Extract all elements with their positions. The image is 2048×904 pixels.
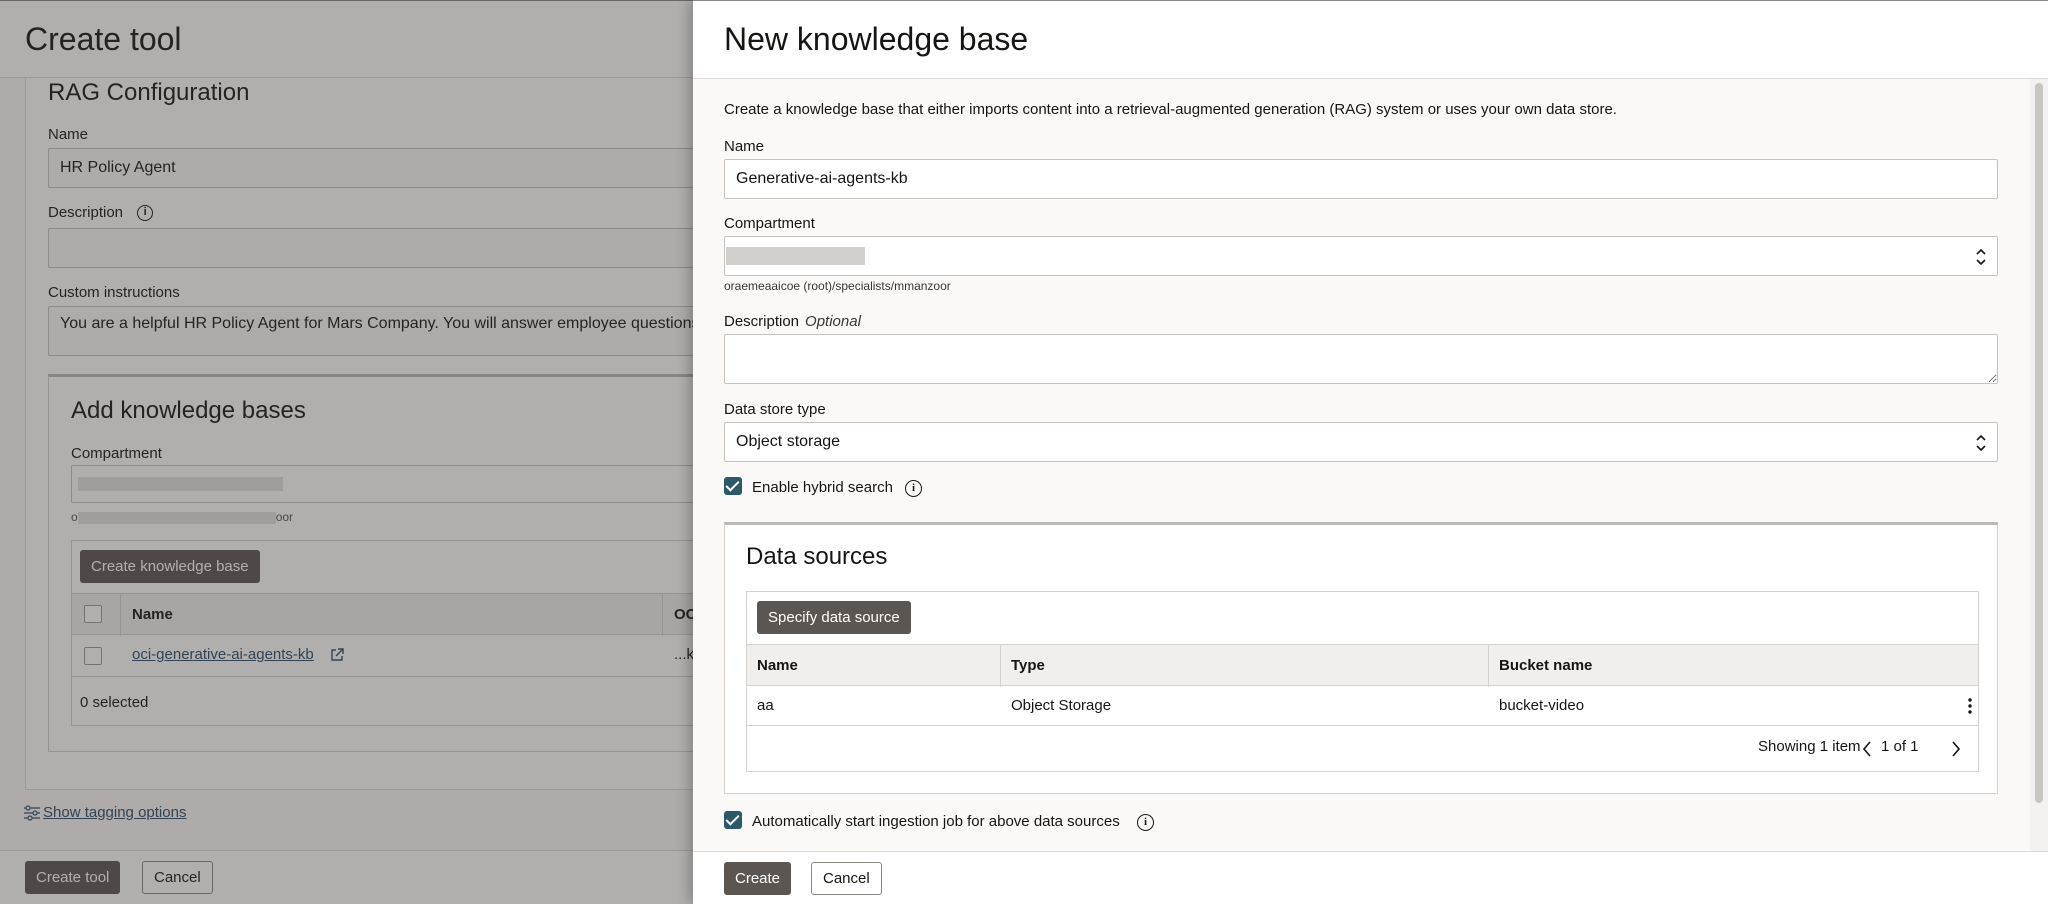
drawer-header: New knowledge base bbox=[693, 1, 2048, 79]
drawer-intro: Create a knowledge base that either impo… bbox=[724, 101, 1617, 118]
new-knowledge-base-drawer: New knowledge base Create a knowledge ba… bbox=[693, 0, 2048, 904]
row-actions-icon[interactable] bbox=[1968, 697, 1972, 715]
name-label: Name bbox=[724, 138, 765, 155]
chevron-right-icon[interactable] bbox=[1950, 740, 1962, 758]
description-label: Description Optional bbox=[724, 313, 861, 330]
cell-type: Object Storage bbox=[1011, 697, 1112, 714]
column-header-bucket[interactable]: Bucket name bbox=[1499, 657, 1592, 674]
auto-ingest-checkbox[interactable] bbox=[724, 811, 742, 829]
column-divider bbox=[1000, 645, 1001, 687]
info-icon[interactable]: i bbox=[1137, 814, 1154, 831]
create-button[interactable]: Create bbox=[724, 862, 792, 895]
table-header: Name Type Bucket name bbox=[747, 644, 1978, 687]
drawer-footer: Create Cancel bbox=[693, 851, 2048, 904]
auto-ingest-label: Automatically start ingestion job for ab… bbox=[752, 813, 1120, 830]
page-indicator: 1 of 1 bbox=[1881, 738, 1919, 755]
chevron-left-icon[interactable] bbox=[1861, 740, 1873, 758]
select-arrows-icon bbox=[1976, 434, 1986, 452]
table-row: aa Object Storage bucket-video bbox=[747, 686, 1978, 726]
kb-description-textarea[interactable] bbox=[724, 334, 1998, 384]
data-sources-table: Specify data source Name Type Bucket nam… bbox=[746, 591, 1979, 772]
kb-name-value: Generative-ai-agents-kb bbox=[736, 170, 908, 187]
info-icon[interactable]: i bbox=[905, 480, 922, 497]
hybrid-search-checkbox[interactable] bbox=[724, 477, 742, 495]
data-sources-section: Data sources Specify data source Name Ty… bbox=[724, 522, 1998, 794]
column-header-type[interactable]: Type bbox=[1011, 657, 1045, 674]
kb-name-input[interactable]: Generative-ai-agents-kb bbox=[724, 159, 1998, 199]
hybrid-search-label: Enable hybrid search bbox=[752, 479, 893, 496]
compartment-select[interactable] bbox=[724, 236, 1998, 276]
scroll-thumb[interactable] bbox=[2035, 83, 2043, 803]
data-store-type-select[interactable]: Object storage bbox=[724, 422, 1998, 462]
column-divider bbox=[1488, 645, 1489, 687]
compartment-label: Compartment bbox=[724, 215, 815, 232]
compartment-path: oraemeaaicoe (root)/specialists/mmanzoor bbox=[724, 279, 951, 293]
column-header-name[interactable]: Name bbox=[757, 657, 798, 674]
data-store-type-label: Data store type bbox=[724, 401, 826, 418]
drawer-scrollbar[interactable] bbox=[2030, 79, 2048, 851]
description-label-text: Description bbox=[724, 313, 800, 330]
data-store-type-value: Object storage bbox=[736, 433, 841, 450]
showing-count: Showing 1 item bbox=[1758, 738, 1861, 755]
specify-data-source-button[interactable]: Specify data source bbox=[757, 601, 911, 634]
cancel-button[interactable]: Cancel bbox=[811, 862, 882, 895]
optional-tag: Optional bbox=[805, 313, 861, 330]
modal-overlay[interactable] bbox=[0, 0, 693, 904]
cell-bucket: bucket-video bbox=[1499, 697, 1585, 714]
cell-name: aa bbox=[757, 697, 774, 714]
drawer-title: New knowledge base bbox=[724, 21, 1029, 57]
data-sources-title: Data sources bbox=[746, 543, 888, 570]
redacted-value bbox=[726, 247, 865, 265]
drawer-body: Create a knowledge base that either impo… bbox=[693, 79, 2030, 851]
select-arrows-icon bbox=[1976, 248, 1986, 266]
